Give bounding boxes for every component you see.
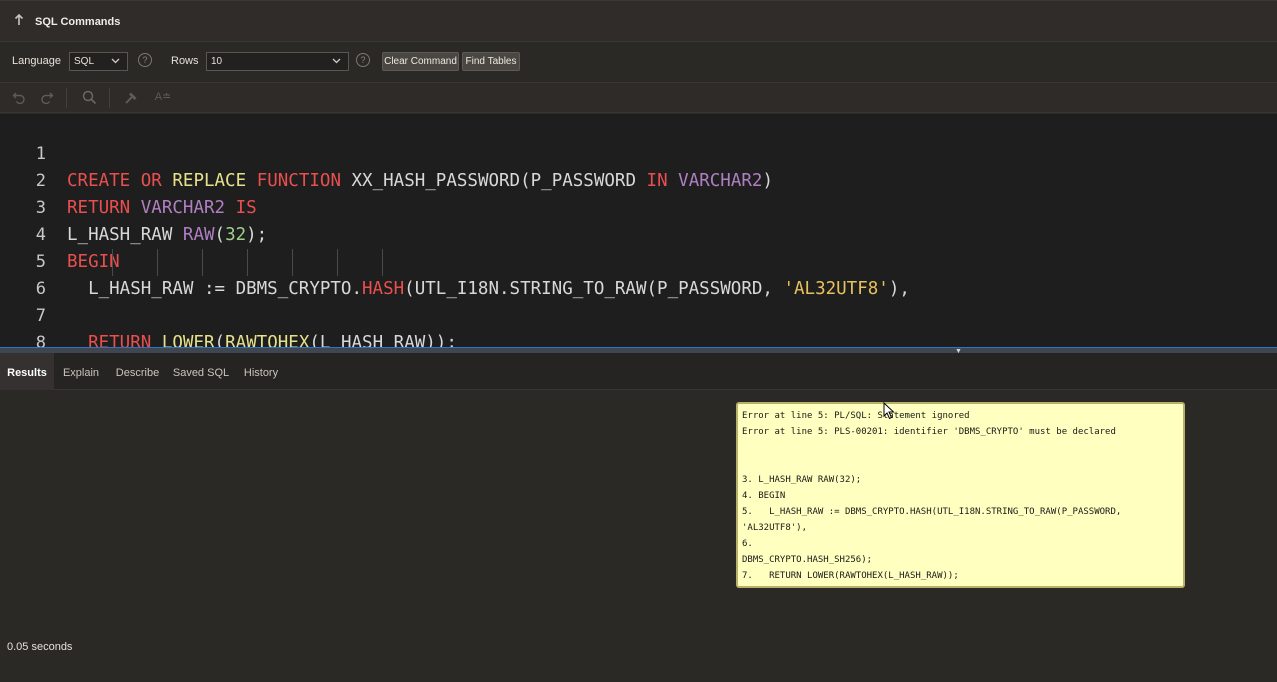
- clear-command-button[interactable]: Clear Command: [382, 52, 459, 71]
- language-select-value: SQL: [74, 56, 95, 67]
- results-tabs: Results Explain Describe Saved SQL Histo…: [0, 353, 1277, 390]
- execution-time: 0.05 seconds: [7, 641, 73, 653]
- error-line: 7. RETURN LOWER(RAWTOHEX(L_HASH_RAW));: [742, 571, 959, 581]
- error-line: 'AL32UTF8'),: [742, 523, 808, 533]
- tab-saved-sql[interactable]: Saved SQL: [170, 353, 232, 390]
- indent-guide: [382, 249, 383, 276]
- code-line: 3 L_HASH_RAW RAW(32);: [0, 168, 1277, 245]
- language-label: Language: [12, 55, 61, 67]
- indent-guide: [112, 249, 113, 276]
- editor-toolbar: A≐: [0, 82, 1277, 113]
- error-line: 6.: [742, 539, 753, 549]
- code-line: 2 RETURN VARCHAR2 IS: [0, 141, 1277, 218]
- mouse-cursor-icon: [883, 401, 895, 420]
- error-line: DBMS_CRYPTO.HASH_SH256);: [742, 555, 873, 565]
- command-controls: Language SQL ? Rows 10 ? Clear Command F…: [0, 42, 1277, 82]
- code-line: 9: [0, 330, 1277, 347]
- rows-label: Rows: [171, 55, 199, 67]
- toolbar-divider: [109, 88, 110, 108]
- code-line: 1 CREATE OR REPLACE FUNCTION XX_HASH_PAS…: [0, 114, 1277, 191]
- indent-guide: [292, 249, 293, 276]
- chevron-down-icon: [332, 54, 341, 71]
- hammer-icon[interactable]: [123, 90, 139, 106]
- error-line: Error at line 5: PL/SQL: Statement ignor…: [742, 411, 970, 421]
- error-line: [742, 440, 1183, 456]
- language-select[interactable]: SQL: [69, 52, 128, 71]
- code-line: 6 DBMS_CRYPTO.HASH_SH256);: [0, 249, 1277, 299]
- indent-guide: [337, 249, 338, 276]
- code-line: 4 BEGIN: [0, 195, 1277, 272]
- error-line: 5. L_HASH_RAW := DBMS_CRYPTO.HASH(UTL_I1…: [742, 507, 1122, 517]
- indent-guide: [157, 249, 158, 276]
- search-icon[interactable]: [81, 90, 97, 106]
- error-line: 4. BEGIN: [742, 491, 786, 501]
- page-header: SQL Commands: [0, 0, 1277, 42]
- chevron-down-icon: [111, 54, 120, 71]
- arrow-up-icon[interactable]: [14, 13, 26, 28]
- code-line: 5 L_HASH_RAW := DBMS_CRYPTO.HASH(UTL_I18…: [0, 222, 1277, 299]
- rows-select[interactable]: 10: [206, 52, 349, 71]
- language-help-icon[interactable]: ?: [138, 53, 152, 67]
- tab-describe[interactable]: Describe: [111, 353, 164, 390]
- tab-history[interactable]: History: [238, 353, 284, 390]
- error-line: 3. L_HASH_RAW RAW(32);: [742, 475, 862, 485]
- page-title: SQL Commands: [35, 16, 121, 28]
- text-case-icon[interactable]: A≐: [152, 90, 174, 106]
- error-message-box: Error at line 5: PL/SQL: Statement ignor…: [736, 402, 1185, 588]
- rows-select-value: 10: [211, 56, 223, 67]
- indent-guide: [202, 249, 203, 276]
- sql-commands-app: SQL Commands Language SQL ? Rows 10 ? Cl…: [0, 0, 1277, 682]
- toolbar-divider: [66, 88, 67, 108]
- tab-results[interactable]: Results: [0, 353, 54, 390]
- code-line: 7 RETURN LOWER(RAWTOHEX(L_HASH_RAW));: [0, 276, 1277, 347]
- code-editor[interactable]: 1 CREATE OR REPLACE FUNCTION XX_HASH_PAS…: [0, 114, 1277, 347]
- rows-help-icon[interactable]: ?: [356, 53, 370, 67]
- redo-icon[interactable]: [39, 90, 55, 106]
- find-tables-button[interactable]: Find Tables: [462, 52, 520, 71]
- indent-guide: [247, 249, 248, 276]
- undo-icon[interactable]: [11, 90, 27, 106]
- tab-explain[interactable]: Explain: [59, 353, 103, 390]
- error-line: Error at line 5: PLS-00201: identifier '…: [742, 427, 1116, 437]
- code-line: 8 END;: [0, 303, 1277, 347]
- error-line: [742, 456, 1183, 472]
- results-panel: Error at line 5: PL/SQL: Statement ignor…: [0, 390, 1277, 682]
